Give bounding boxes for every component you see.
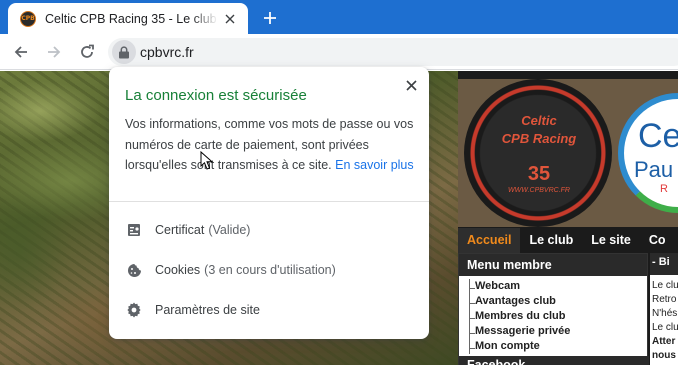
certificate-row[interactable]: Certificat (Valide) [109,213,429,247]
partner-line-3: R [660,183,668,195]
logo-number: 35 [527,163,551,185]
learn-more-link[interactable]: En savoir plus [335,158,414,172]
forward-button[interactable] [42,40,66,64]
logo-url: WWW.CPBVRC.FR [508,187,570,194]
certificate-status: (Valide) [208,223,251,237]
popup-divider [109,201,429,202]
arrow-right-icon [48,46,61,58]
plus-icon [264,12,276,24]
new-tab-button[interactable] [260,8,280,28]
logo-line-2: CPB Racing [501,131,577,146]
facebook-title: Facebook [459,356,649,365]
popup-close-button[interactable] [403,77,419,93]
menu-item-messagerie[interactable]: Messagerie privée [459,324,647,339]
browser-toolbar: cpbvrc.fr [0,34,678,70]
url-text: cpbvrc.fr [140,44,194,60]
menu-item-membres[interactable]: Membres du club [459,309,647,324]
mouse-cursor-icon [200,151,214,170]
tab-title: Celtic CPB Racing 35 - Le club de Voitur… [45,11,218,26]
site-nav: Accueil Le club Le site Co [458,228,678,253]
reload-icon [81,44,94,58]
news-column: - Bi Le clu Retro N'hés Le clu Atter nou… [650,253,678,365]
connection-info-popup: La connexion est sécurisée Vos informati… [109,67,429,339]
certificate-label: Certificat [155,223,205,237]
nav-le-site[interactable]: Le site [582,228,640,253]
nav-contact[interactable]: Co [640,228,675,253]
browser-tab[interactable]: CPB Celtic CPB Racing 35 - Le club de Vo… [8,3,248,34]
partner-line-1: Cel [638,117,678,155]
lock-icon [119,45,129,58]
certificate-icon [126,222,142,238]
news-line: Le clu [652,322,678,333]
gear-icon [126,302,142,318]
cookies-row[interactable]: Cookies (3 en cours d'utilisation) [109,253,429,287]
site-banner: Celtic CPB Racing 35 WWW.CPBVRC.FR Cel P… [458,79,678,227]
menu-item-compte[interactable]: Mon compte [459,339,647,354]
partner-line-2: Pau [634,157,674,182]
nav-accueil[interactable]: Accueil [458,228,521,253]
news-line: nous [652,350,676,361]
news-line: Atter [652,336,676,347]
site-favicon-icon: CPB [20,10,36,27]
menu-item-avantages[interactable]: Avantages club [459,294,647,309]
popup-title: La connexion est sécurisée [125,87,307,104]
address-bar[interactable]: cpbvrc.fr [108,38,678,66]
news-line: Le clu [652,280,678,291]
close-icon [405,79,417,91]
site-settings-row[interactable]: Paramètres de site [109,293,429,327]
nav-le-club[interactable]: Le club [520,228,582,253]
site-column: Celtic CPB Racing 35 WWW.CPBVRC.FR Cel P… [458,71,678,365]
cookies-count: (3 en cours d'utilisation) [204,263,336,277]
arrow-left-icon [14,46,27,58]
reload-button[interactable] [75,40,99,64]
cookies-label: Cookies [155,263,201,277]
club-logo[interactable]: Celtic CPB Racing 35 WWW.CPBVRC.FR [464,79,612,227]
popup-description: Vos informations, comme vos mots de pass… [125,114,415,176]
member-menu-title: Menu membre [459,254,647,276]
site-info-button[interactable] [112,40,136,64]
news-title: - Bi [650,253,678,275]
partner-logo: Cel Pau R [618,93,678,213]
menu-item-webcam[interactable]: Webcam [459,279,647,294]
news-line: Retro [652,294,677,305]
cookie-icon [126,262,142,278]
member-menu: Menu membre Webcam Avantages club Membre… [458,253,649,365]
site-settings-label: Paramètres de site [155,303,260,317]
tab-strip: CPB Celtic CPB Racing 35 - Le club de Vo… [0,0,678,34]
logo-line-1: Celtic [521,113,557,128]
news-line: N'hés [652,308,678,319]
back-button[interactable] [9,40,33,64]
tab-close-icon[interactable] [222,11,238,27]
